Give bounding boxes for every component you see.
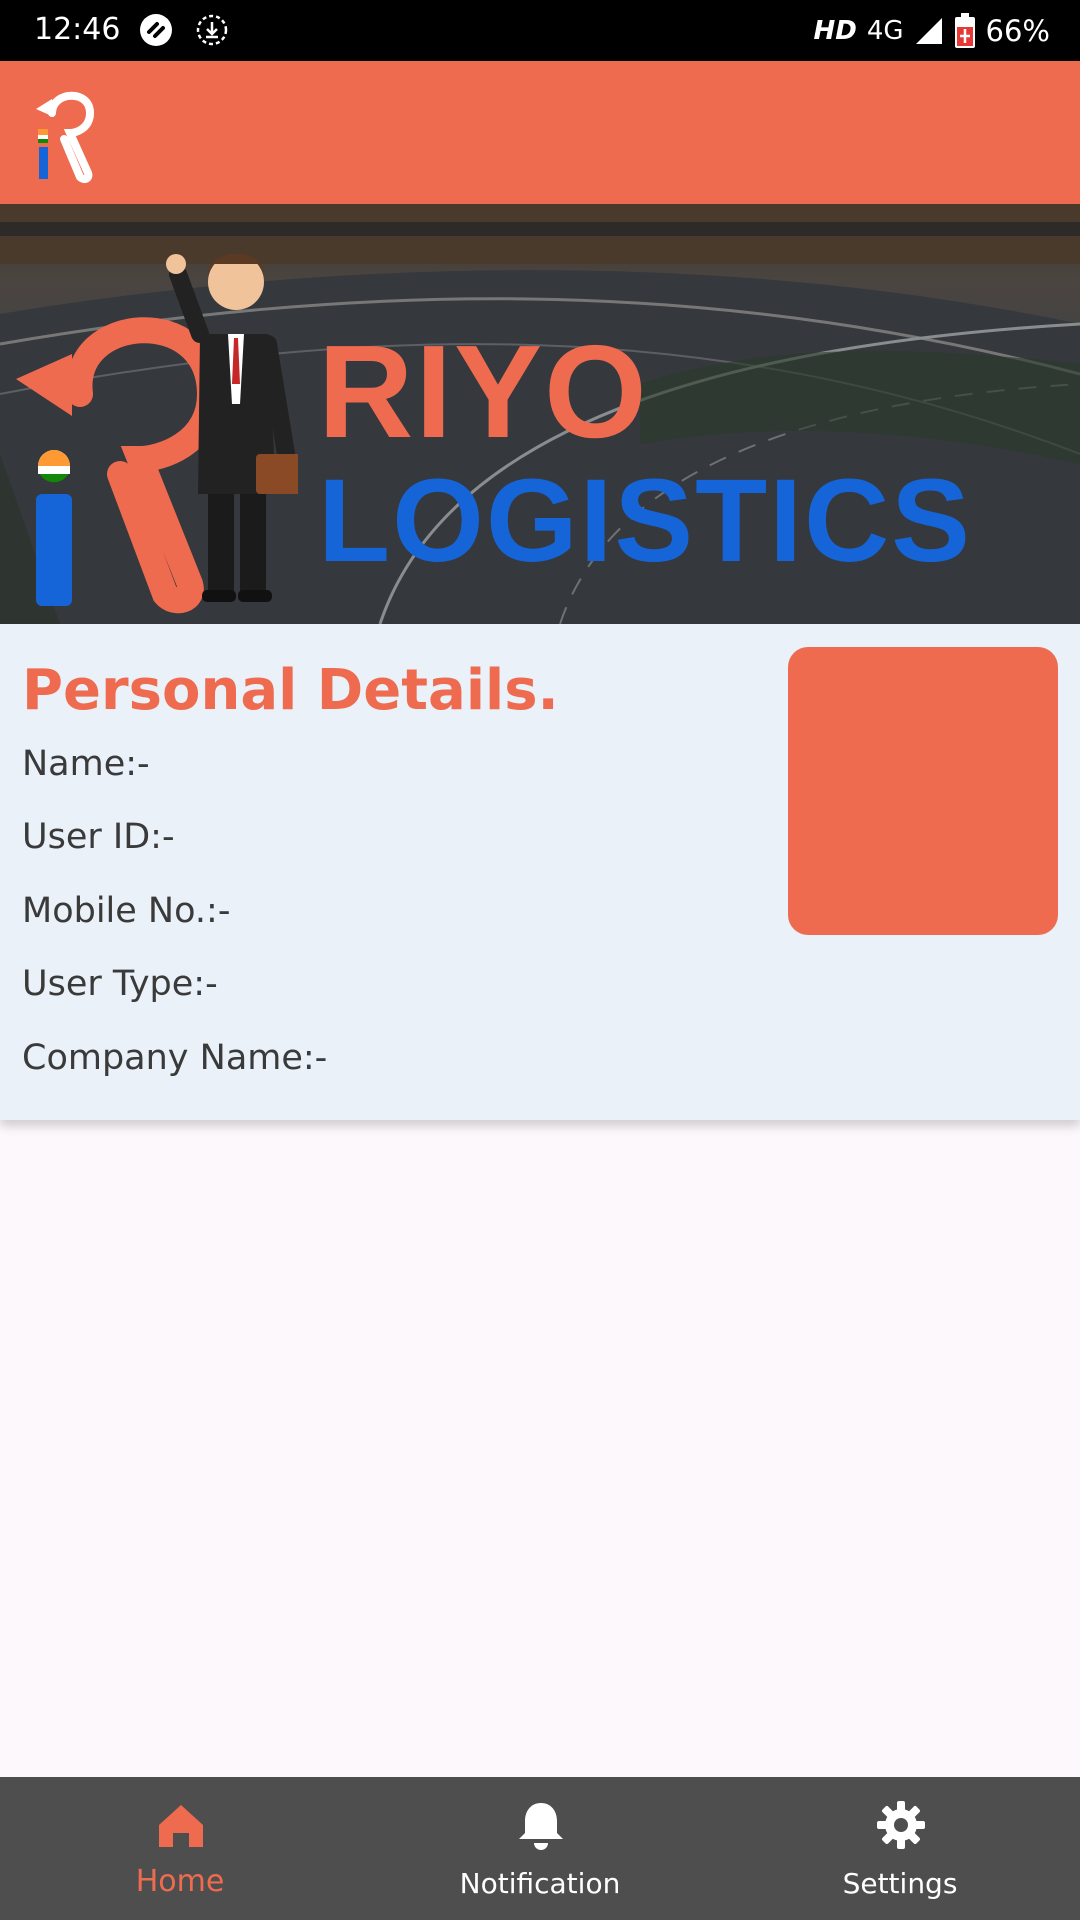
bell-icon <box>519 1803 563 1850</box>
gear-icon <box>877 1801 925 1849</box>
app-logo[interactable] <box>30 81 114 185</box>
banner-brand-riyo: RIYO <box>318 318 649 465</box>
nav-notification[interactable]: Notification <box>360 1777 720 1920</box>
nav-notification-label: Notification <box>459 1867 621 1900</box>
upload-notification-icon <box>196 14 228 46</box>
personal-details-title: Personal Details. <box>22 658 559 723</box>
battery-percent: 66% <box>985 14 1050 48</box>
nav-settings-label: Settings <box>842 1867 958 1900</box>
status-bar: 12:46 HD 4G 66% <box>0 0 1080 61</box>
profile-photo-placeholder[interactable] <box>788 647 1058 935</box>
home-icon <box>159 1805 203 1847</box>
nav-home-label: Home <box>135 1864 225 1899</box>
hero-banner: RIYO LOGISTICS <box>0 204 1080 624</box>
nav-home[interactable]: Home <box>0 1777 360 1920</box>
nav-settings[interactable]: Settings <box>720 1777 1080 1920</box>
field-user-id: User ID:- <box>22 817 175 857</box>
signal-icon <box>915 18 942 44</box>
businessman-illustration <box>166 253 298 602</box>
network-type-label: 4G <box>866 16 904 46</box>
field-mobile-no: Mobile No.:- <box>22 891 231 931</box>
banner-brand-logistics: LOGISTICS <box>318 455 972 587</box>
hd-label: HD <box>813 16 857 46</box>
battery-icon <box>954 13 975 48</box>
status-right-group: HD 4G 66% <box>813 12 1050 50</box>
status-time: 12:46 <box>34 12 121 47</box>
field-company-name: Company Name:- <box>22 1038 328 1078</box>
field-user-type: User Type:- <box>22 964 218 1004</box>
personal-details-card: Personal Details. Name:- User ID:- Mobil… <box>0 624 1080 1120</box>
sync-app-icon <box>140 14 172 46</box>
bottom-navigation: Home Notification Settings <box>0 1777 1080 1920</box>
app-bar <box>0 61 1080 204</box>
field-name: Name:- <box>22 744 150 784</box>
